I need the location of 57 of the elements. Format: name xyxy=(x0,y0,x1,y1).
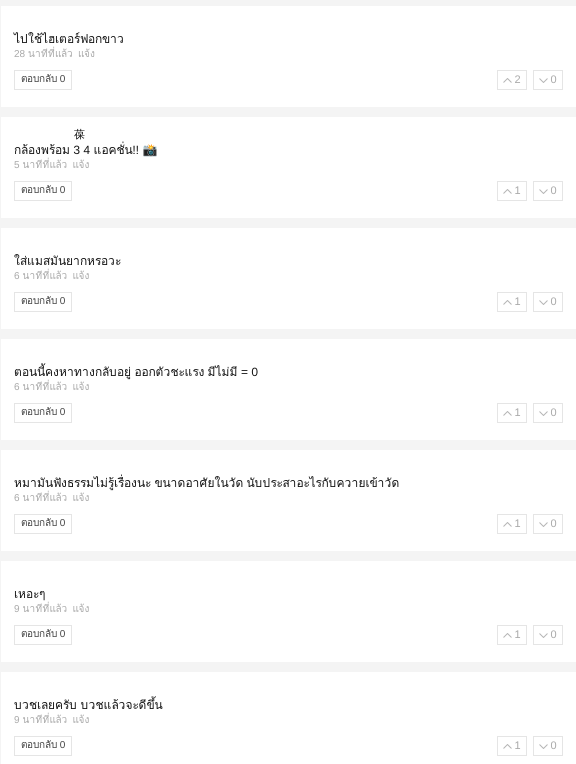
reply-button[interactable]: ตอบกลับ 0 xyxy=(14,292,72,312)
up-chevron-icon xyxy=(503,522,512,526)
upvote-button[interactable]: 1 xyxy=(497,292,527,312)
up-chevron-icon xyxy=(503,78,512,82)
upvote-button[interactable]: 1 xyxy=(497,181,527,201)
down-chevron-icon xyxy=(539,522,548,526)
comment-text: ใส่แมสมันยากหรอวะ xyxy=(14,253,122,268)
report-link[interactable]: แจ้ง xyxy=(72,159,90,173)
comment-text: หมามันฟังธรรมไม่รู้เรื่องนะ ขนาดอาศัยในวัด นับประสาอะไรกับควายเข้าวัด xyxy=(14,474,401,490)
report-link[interactable]: แจ้ง xyxy=(72,714,90,728)
comment-time: 6 นาทีที่แล้ว xyxy=(14,381,68,395)
down-chevron-icon xyxy=(539,188,548,194)
down-chevron-icon xyxy=(539,632,548,638)
upvote-button[interactable]: 1 xyxy=(497,403,527,423)
downvote-button[interactable]: 0 xyxy=(533,514,563,534)
upvote-button[interactable]: 1 xyxy=(497,736,527,756)
comment-time: 6 นาทีที่แล้ว xyxy=(14,270,68,284)
up-chevron-icon xyxy=(503,188,512,194)
report-link[interactable]: แจ้ง xyxy=(78,48,95,62)
reply-button[interactable]: ตอบกลับ 0 xyxy=(14,403,72,423)
comment-time: 9 นาทีที่แล้ว xyxy=(14,714,68,728)
down-chevron-icon xyxy=(539,744,548,748)
down-chevron-icon xyxy=(539,78,548,82)
reply-button[interactable]: ตอบกลับ 0 xyxy=(14,514,72,534)
report-link[interactable]: แจ้ง xyxy=(72,381,90,395)
up-chevron-icon xyxy=(503,744,512,748)
comment-time: 9 นาทีที่แล้ว xyxy=(14,603,68,617)
downvote-button[interactable]: 0 xyxy=(533,736,563,756)
upvote-button[interactable]: 1 xyxy=(497,625,527,645)
down-chevron-icon xyxy=(539,300,548,304)
report-link[interactable]: แจ้ง xyxy=(72,603,90,617)
reply-button[interactable]: ตอบกลับ 0 xyxy=(14,736,72,756)
downvote-button[interactable]: 0 xyxy=(533,292,563,312)
upvote-button[interactable]: 2 xyxy=(497,70,527,90)
up-chevron-icon xyxy=(503,300,512,304)
reply-button[interactable]: ตอบกลับ 0 xyxy=(14,181,72,201)
reply-button[interactable]: ตอบกลับ 0 xyxy=(14,625,72,645)
up-chevron-icon xyxy=(503,632,512,638)
comment-time: 6 นาทีที่แล้ว xyxy=(14,492,68,506)
upvote-button[interactable]: 1 xyxy=(497,514,527,534)
reply-button[interactable]: ตอบกลับ 0 xyxy=(14,70,72,90)
comment-author: 葆 xyxy=(73,129,85,141)
report-link[interactable]: แจ้ง xyxy=(72,270,90,284)
comment-text: เหอะๆ xyxy=(14,586,46,602)
downvote-button[interactable]: 0 xyxy=(533,403,563,423)
comment-text: บวชเลยครับ บวชแล้วจะดีขึ้น xyxy=(14,696,164,712)
comment-text: ตอนนี้คงหาทางกลับอยู่ ออกตัวชะแรง มีไม่มี = 0 xyxy=(14,363,260,380)
comment-time: 28 นาทีที่แล้ว xyxy=(14,48,73,62)
comment-time: 5 นาทีที่แล้ว xyxy=(14,159,68,173)
comment-text: ไปใช้ไฮเตอร์ฟอกขาว xyxy=(14,31,125,46)
down-chevron-icon xyxy=(539,410,548,416)
comment-text: กล้องพร้อม 3 4 แอคชั่น!! 📸 xyxy=(14,141,158,158)
report-link[interactable]: แจ้ง xyxy=(72,492,90,506)
up-chevron-icon xyxy=(503,410,512,416)
downvote-button[interactable]: 0 xyxy=(533,70,563,90)
downvote-button[interactable]: 0 xyxy=(533,181,563,201)
downvote-button[interactable]: 0 xyxy=(533,625,563,645)
